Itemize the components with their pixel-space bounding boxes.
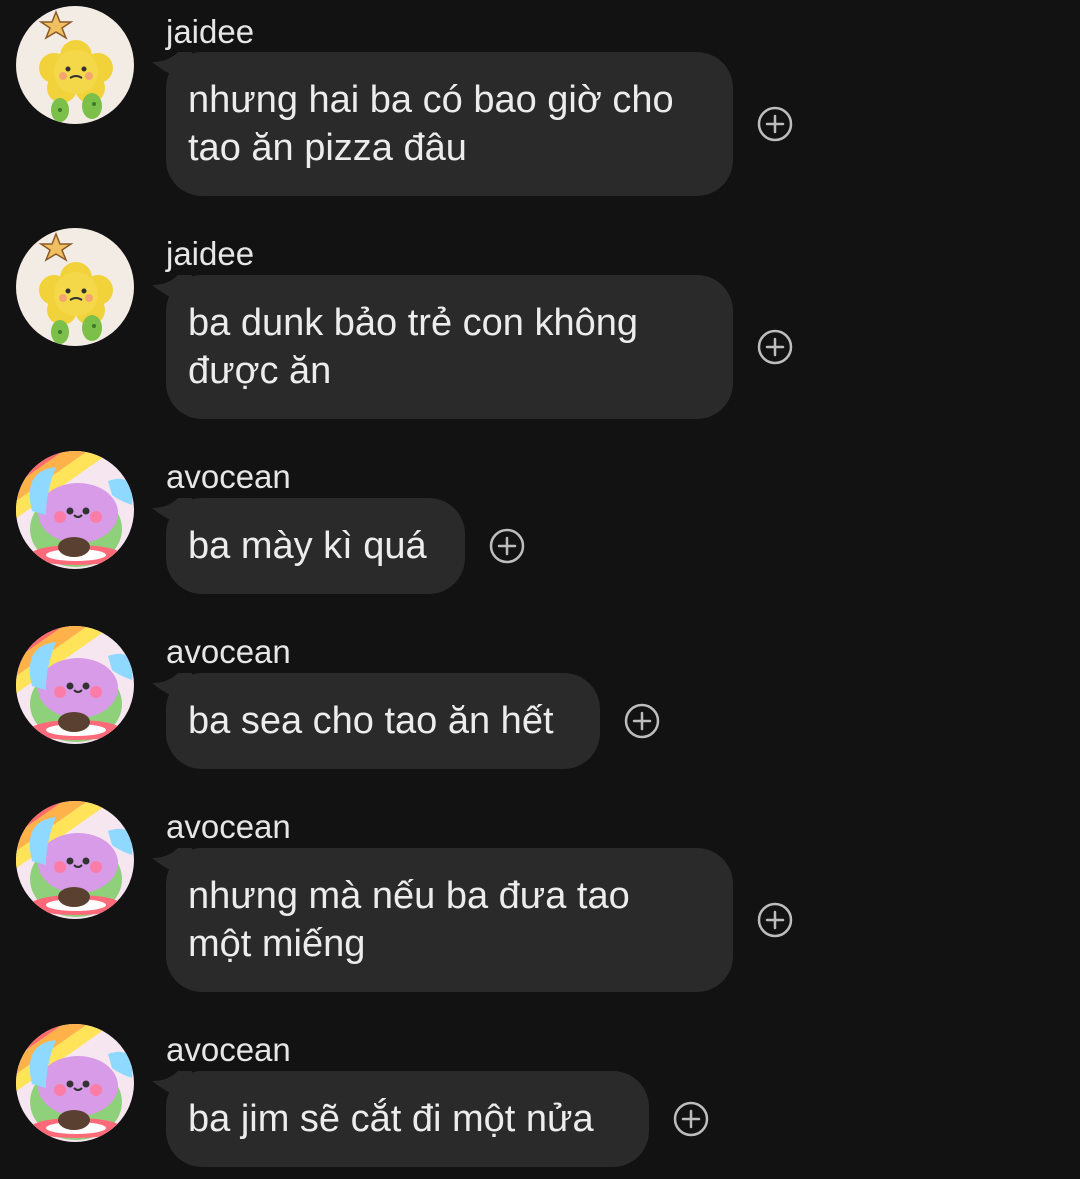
rainbow-bunny-avatar-icon [16, 1024, 134, 1142]
message-line: ba mày kì quá [188, 525, 427, 567]
bubble-tail-icon [152, 52, 192, 82]
message-line: ba dunk bảo trẻ con không [188, 302, 639, 344]
rainbow-bunny-avatar-icon [16, 451, 134, 569]
avatar[interactable] [16, 228, 134, 346]
avatar[interactable] [16, 6, 134, 124]
bubble-tail-icon [152, 673, 192, 703]
message-line: nhưng hai ba có bao giờ cho [188, 79, 674, 121]
add-reaction-icon[interactable] [624, 703, 660, 739]
message-line: nhưng mà nếu ba đưa tao [188, 875, 630, 917]
cookie-flower-avatar-icon [16, 6, 134, 124]
sender-name: jaidee [166, 13, 255, 50]
avatar[interactable] [16, 626, 134, 744]
cookie-flower-avatar-icon [16, 228, 134, 346]
rainbow-bunny-avatar-icon [16, 626, 134, 744]
sender-name: avocean [166, 633, 291, 670]
message-bubble[interactable]: ba sea cho tao ăn hết [152, 673, 600, 769]
avatar[interactable] [16, 1024, 134, 1142]
message-bubble[interactable]: nhưng hai ba có bao giờ cho tao ăn pizza… [152, 52, 733, 196]
message-line: ba sea cho tao ăn hết [188, 700, 554, 742]
add-reaction-icon[interactable] [757, 329, 793, 365]
sender-name: jaidee [166, 235, 255, 272]
bubble-tail-icon [152, 848, 192, 878]
avatar[interactable] [16, 451, 134, 569]
bubble-tail-icon [152, 498, 192, 528]
avatar[interactable] [16, 801, 134, 919]
sender-name: avocean [166, 808, 291, 845]
message-bubble[interactable]: ba dunk bảo trẻ con không được ăn [152, 275, 733, 419]
add-reaction-icon[interactable] [489, 528, 525, 564]
message-bubble[interactable]: ba jim sẽ cắt đi một nửa [152, 1071, 649, 1167]
add-reaction-icon[interactable] [757, 902, 793, 938]
message-line: một miếng [188, 923, 366, 965]
bubble-tail-icon [152, 275, 192, 305]
add-reaction-icon[interactable] [757, 106, 793, 142]
add-reaction-icon[interactable] [673, 1101, 709, 1137]
sender-name: avocean [166, 458, 291, 495]
message-line: ba jim sẽ cắt đi một nửa [188, 1098, 594, 1140]
bubble-tail-icon [152, 1071, 192, 1101]
rainbow-bunny-avatar-icon [16, 801, 134, 919]
message-line: tao ăn pizza đâu [188, 127, 467, 169]
message-line: được ăn [188, 350, 332, 392]
message-bubble[interactable]: nhưng mà nếu ba đưa tao một miếng [152, 848, 733, 992]
message-bubble[interactable]: ba mày kì quá [152, 498, 465, 594]
sender-name: avocean [166, 1031, 291, 1068]
